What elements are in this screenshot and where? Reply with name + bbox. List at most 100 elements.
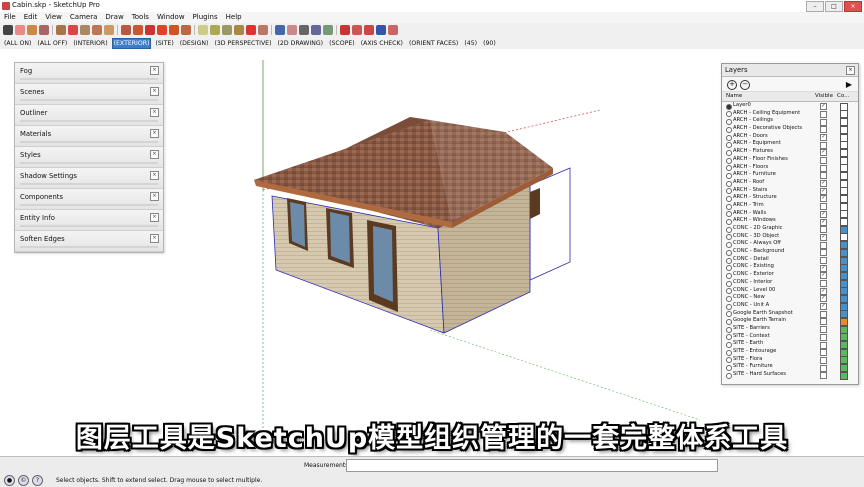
scene-tab[interactable]: (SITE) xyxy=(153,38,175,49)
scene-tab[interactable]: (45) xyxy=(462,38,479,49)
layer-row[interactable]: ARCH - Ceilings xyxy=(722,117,858,127)
orbit-icon[interactable] xyxy=(275,25,285,35)
layers-details-icon[interactable]: ▶ xyxy=(846,80,852,89)
layer-row[interactable]: CONC - New ✓ xyxy=(722,294,858,303)
scene-tab[interactable]: (ALL ON) xyxy=(2,38,33,49)
menu-draw[interactable]: Draw xyxy=(101,12,127,23)
close-icon[interactable]: × xyxy=(150,87,159,96)
add-layer-icon[interactable]: + xyxy=(727,80,737,90)
layer-row[interactable]: CONC - Detail xyxy=(722,256,858,265)
layer-row[interactable]: ARCH - Furniture xyxy=(722,171,858,180)
delete-layer-icon[interactable]: − xyxy=(740,80,750,90)
layer-row[interactable]: ARCH - Roof ✓ xyxy=(722,179,858,188)
layer-row[interactable]: SITE - Furniture xyxy=(722,363,858,373)
layer-row[interactable]: ARCH - Trim xyxy=(722,202,858,211)
offset-icon[interactable] xyxy=(181,25,191,35)
layer-row[interactable]: ARCH - Stairs ✓ xyxy=(722,187,858,196)
menu-view[interactable]: View xyxy=(41,12,66,23)
close-button[interactable]: × xyxy=(844,1,862,12)
layer-row[interactable]: ARCH - Fixtures ✓ xyxy=(722,148,858,157)
close-icon[interactable]: × xyxy=(150,171,159,180)
layer-row[interactable]: CONC - Interior xyxy=(722,279,858,288)
close-icon[interactable]: × xyxy=(150,192,159,201)
visible-checkbox[interactable] xyxy=(820,372,827,380)
measurements-input[interactable] xyxy=(346,459,718,472)
layers-close-icon[interactable]: × xyxy=(846,66,855,75)
eraser-icon[interactable] xyxy=(15,25,25,35)
layer-color-swatch[interactable] xyxy=(840,371,848,380)
geo-location-icon[interactable]: ● xyxy=(4,475,15,486)
polygon-icon[interactable] xyxy=(104,25,114,35)
menu-edit[interactable]: Edit xyxy=(20,12,42,23)
maximize-button[interactable]: □ xyxy=(825,1,843,12)
scene-tab[interactable]: (ORIENT FACES) xyxy=(407,38,460,49)
layer-row[interactable]: SITE - Earth xyxy=(722,340,858,350)
tray-panel-shadow-settings[interactable]: Shadow Settings × xyxy=(15,168,163,189)
scene-tab[interactable]: (EXTERIOR) xyxy=(111,37,152,49)
layer-row[interactable]: ARCH - Windows ✓ xyxy=(722,217,858,227)
scene-tab[interactable]: (90) xyxy=(481,38,498,49)
zoom-extents-icon[interactable] xyxy=(323,25,333,35)
scene-tab[interactable]: (3D PERSPECTIVE) xyxy=(212,38,273,49)
tray-panel-scenes[interactable]: Scenes × xyxy=(15,84,163,105)
tray-panel-fog[interactable]: Fog × xyxy=(15,63,163,84)
scene-tab[interactable]: (2D DRAWING) xyxy=(276,38,326,49)
layer-row[interactable]: CONC - Unit A ✓ xyxy=(722,302,858,311)
close-icon[interactable]: × xyxy=(150,213,159,222)
zoom-window-icon[interactable] xyxy=(311,25,321,35)
select-icon[interactable] xyxy=(3,25,13,35)
layer-row[interactable]: ARCH - Floors xyxy=(722,164,858,173)
close-icon[interactable]: × xyxy=(150,234,159,243)
tape-measure-icon[interactable] xyxy=(198,25,208,35)
line-icon[interactable] xyxy=(68,25,78,35)
tray-panel-soften-edges[interactable]: Soften Edges × xyxy=(15,231,163,252)
tray-panel-outliner[interactable]: Outliner × xyxy=(15,105,163,126)
menu-file[interactable]: File xyxy=(0,12,20,23)
dimension-icon[interactable] xyxy=(210,25,220,35)
layer-row[interactable]: SITE - Barriers xyxy=(722,325,858,334)
rectangle-icon[interactable] xyxy=(56,25,66,35)
get-models-icon[interactable] xyxy=(340,25,350,35)
scene-tab[interactable]: (ALL OFF) xyxy=(35,38,69,49)
layer-row[interactable]: SITE - Context xyxy=(722,333,858,342)
layer-row[interactable]: CONC - 2D Graphic xyxy=(722,225,858,234)
layer-row[interactable]: SITE - Flora xyxy=(722,356,858,365)
pan-icon[interactable] xyxy=(287,25,297,35)
layout-icon[interactable] xyxy=(388,25,398,35)
layer-row[interactable]: ARCH - Ceiling Equipment xyxy=(722,110,858,119)
scene-tab[interactable]: (SCOPE) xyxy=(327,38,357,49)
layer-row[interactable]: CONC - Background xyxy=(722,248,858,257)
layer-row[interactable]: ARCH - Equipment xyxy=(722,140,858,150)
follow-me-icon[interactable] xyxy=(133,25,143,35)
make-component-icon[interactable] xyxy=(39,25,49,35)
layer-row[interactable]: CONC - Always Off xyxy=(722,240,858,250)
layer-row[interactable]: ARCH - Structure ✓ xyxy=(722,194,858,204)
help-icon[interactable]: ? xyxy=(32,475,43,486)
layer-row[interactable]: SITE - Entourage xyxy=(722,348,858,357)
zoom-icon[interactable] xyxy=(299,25,309,35)
extension-warehouse-icon[interactable] xyxy=(364,25,374,35)
menu-window[interactable]: Window xyxy=(153,12,189,23)
layer-row[interactable]: ARCH - Floor Finishes xyxy=(722,156,858,165)
layer-row[interactable]: ARCH - Doors ✓ xyxy=(722,133,858,142)
close-icon[interactable]: × xyxy=(150,66,159,75)
layer-row[interactable]: CONC - Exterior ✓ xyxy=(722,271,858,280)
minimize-button[interactable]: – xyxy=(806,1,824,12)
tray-panel-components[interactable]: Components × xyxy=(15,189,163,210)
layer-row[interactable]: CONC - Existing ✓ xyxy=(722,263,858,273)
layer-row[interactable]: Google Earth Snapshot xyxy=(722,310,858,319)
layer-row[interactable]: CONC - Level 00 ✓ xyxy=(722,287,858,296)
rotate-icon[interactable] xyxy=(157,25,167,35)
layer-row[interactable]: ARCH - Decorative Objects xyxy=(722,125,858,134)
layer-row[interactable]: CONC - 3D Object ✓ xyxy=(722,233,858,242)
push-pull-icon[interactable] xyxy=(121,25,131,35)
close-icon[interactable]: × xyxy=(150,108,159,117)
close-icon[interactable]: × xyxy=(150,150,159,159)
active-layer-radio[interactable] xyxy=(726,372,732,379)
column-color[interactable]: Co... xyxy=(837,93,849,99)
arc-icon[interactable] xyxy=(92,25,102,35)
menu-tools[interactable]: Tools xyxy=(128,12,153,23)
scale-icon[interactable] xyxy=(169,25,179,35)
tray-panel-materials[interactable]: Materials × xyxy=(15,126,163,147)
layer-row[interactable]: Layer0 ✓ xyxy=(722,102,858,111)
